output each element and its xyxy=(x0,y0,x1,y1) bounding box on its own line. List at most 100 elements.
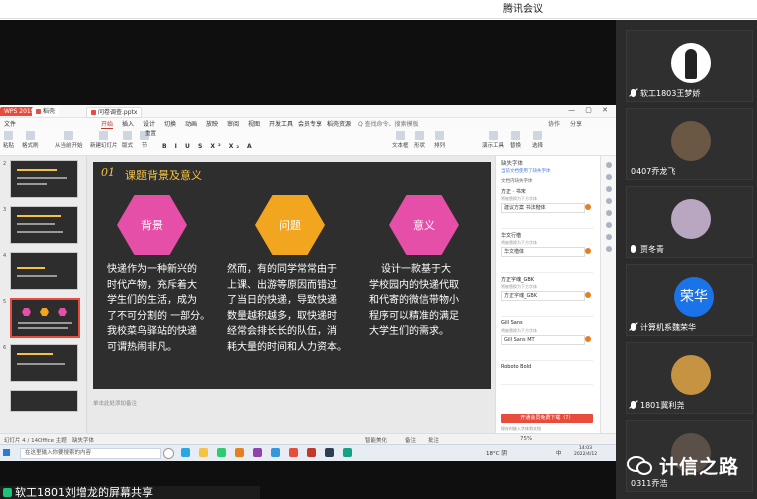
participant-tile[interactable]: 1801冀利尧 xyxy=(626,342,753,414)
participant-tile[interactable]: 0407乔龙飞 xyxy=(626,108,753,180)
backup-icon[interactable] xyxy=(606,222,612,228)
slide-thumbnail-selected[interactable]: 5 xyxy=(0,296,86,338)
new-slide-button[interactable]: 新建幻灯片 xyxy=(90,131,118,149)
font-replacement-select[interactable]: 华文楷体 xyxy=(501,247,585,257)
missing-font-indicator[interactable]: 缺失字体 xyxy=(72,436,94,444)
property-icon[interactable] xyxy=(606,162,612,168)
input-language[interactable]: 中 xyxy=(556,449,562,457)
menu-review[interactable]: 审阅 xyxy=(227,119,239,128)
download-fonts-button[interactable]: 开通会员免费下载（7） xyxy=(501,414,593,423)
app-icon[interactable] xyxy=(253,448,262,457)
taskbar-search[interactable]: 在这里输入你要搜索的内容 xyxy=(20,448,161,459)
participant-tile[interactable]: 荣华 计算机系魏荣华 xyxy=(626,264,753,336)
share-button[interactable]: 分享 xyxy=(570,119,582,128)
smart-beautify-button[interactable]: 智能美化 xyxy=(365,436,387,444)
side-toolbar xyxy=(600,156,617,433)
screen-share-label: 软工1801刘增龙的屏幕共享 xyxy=(15,486,153,499)
window-controls[interactable]: — ▢ ✕ xyxy=(568,106,612,114)
comments-toggle[interactable]: 批注 xyxy=(428,436,439,444)
hexagon-label: 意义 xyxy=(413,219,435,232)
participant-name: 0407乔龙飞 xyxy=(631,167,676,176)
layout-button[interactable]: 版式 xyxy=(122,131,133,149)
screen-share-icon xyxy=(3,488,12,497)
edge-icon[interactable] xyxy=(181,448,190,457)
star-icon[interactable] xyxy=(606,186,612,192)
menu-transition[interactable]: 切换 xyxy=(164,119,176,128)
play-from-current-button[interactable]: 从当前开始 xyxy=(55,131,83,149)
menu-home[interactable]: 开始 xyxy=(101,119,114,129)
tab-document[interactable]: 问卷调查.pptx xyxy=(86,107,143,118)
slide-thumbnail[interactable]: 3 xyxy=(0,204,86,244)
warning-icon xyxy=(585,292,591,298)
replace-button[interactable]: 替换 xyxy=(510,131,521,149)
app-icon[interactable] xyxy=(217,448,226,457)
font-replacement-select[interactable]: 方正字魂_GBK xyxy=(501,291,585,301)
reset-button[interactable]: 重置 xyxy=(145,129,156,137)
slide-thumbnail[interactable]: 4 xyxy=(0,250,86,290)
embed-fonts-checkbox[interactable]: 保存时嵌入字体到文档 xyxy=(501,426,541,432)
windows-taskbar: 在这里输入你要搜索的内容 18°C 阴 中 14:03 2022/4/12 xyxy=(0,444,616,461)
font-replacement-select[interactable]: Gill Sans MT xyxy=(501,335,585,345)
textbox-button[interactable]: 文本框 xyxy=(392,131,409,149)
shape-icon xyxy=(415,131,424,140)
tencent-meeting-icon[interactable] xyxy=(343,448,352,457)
menu-slideshow[interactable]: 放映 xyxy=(206,119,218,128)
text-icon[interactable] xyxy=(606,246,612,252)
menu-docer-resources[interactable]: 稻壳资源 xyxy=(327,119,351,128)
text-block-problem: 然而，有的同学常常由于 上课、出游等原因而错过 了当日的快递，导致快递 数量越积越多，… xyxy=(227,264,347,353)
arrange-button[interactable]: 排列 xyxy=(434,131,445,149)
app-icon[interactable] xyxy=(325,448,334,457)
mic-muted-icon xyxy=(631,89,636,97)
windows-start-icon[interactable] xyxy=(3,449,10,456)
meeting-app-title: 腾讯会议 xyxy=(503,4,543,15)
wps-taskbar-icon[interactable] xyxy=(289,448,298,457)
warning-icon xyxy=(585,248,591,254)
slide-counter: 幻灯片 4 / 14 xyxy=(4,438,39,444)
presentation-tools-button[interactable]: 演示工具 xyxy=(482,131,504,149)
paste-button[interactable]: 粘贴 xyxy=(3,131,14,149)
folder-icon[interactable] xyxy=(199,448,208,457)
menu-devtools[interactable]: 开发工具 xyxy=(269,119,293,128)
textbox-icon xyxy=(395,131,405,140)
current-slide[interactable]: 01 课题背景及意义 背景 问题 意义 快递作为一种新兴的 时代产物，充斥着大 学生… xyxy=(93,162,491,389)
participant-photo xyxy=(671,43,711,83)
font-replacement-select[interactable]: 建议方案 书法楷体 xyxy=(501,203,585,213)
menu-file[interactable]: 文件 xyxy=(4,119,16,128)
font-item: 方正 · 书宋 将被替换为下方字体 建议方案 书法楷体 xyxy=(501,188,593,229)
app-icon[interactable] xyxy=(271,448,280,457)
app-icon[interactable] xyxy=(307,448,316,457)
text-block-meaning: 设计一款基于大 学校园内的快递代取 和代寄的微信带物小 程序可以精准的满足 大学生们的需… xyxy=(369,264,459,337)
format-painter-button[interactable]: 格式刷 xyxy=(22,131,39,149)
screen-share-indicator[interactable]: 软工1801刘增龙的屏幕共享 xyxy=(0,486,260,499)
task-view-icon[interactable] xyxy=(163,448,174,459)
menu-member[interactable]: 会员专享 xyxy=(298,119,322,128)
select-button[interactable]: 选择 xyxy=(532,131,543,149)
command-search[interactable]: Q 查找命令、搜索模板 xyxy=(358,119,419,128)
format-painter-icon xyxy=(25,131,35,140)
wechat-icon xyxy=(627,453,652,475)
notes-placeholder[interactable]: 单击此处添加备注 xyxy=(93,399,491,409)
weather-indicator[interactable]: 18°C 阴 xyxy=(486,449,507,457)
participant-tile[interactable]: 软工1803王梦娇 xyxy=(626,30,753,102)
menu-view[interactable]: 视图 xyxy=(248,119,260,128)
slide-thumbnail[interactable]: 2 xyxy=(0,158,86,198)
collab-button[interactable]: 协作 xyxy=(548,119,560,128)
tab-docer[interactable]: 稻壳 xyxy=(32,107,60,116)
slide-thumbnail[interactable]: 6 xyxy=(0,342,86,382)
menu-design[interactable]: 设计 xyxy=(143,119,155,128)
chrome-icon[interactable] xyxy=(235,448,244,457)
menu-insert[interactable]: 插入 xyxy=(122,119,134,128)
font-format-tools[interactable]: B I U S X² X₂ A xyxy=(162,143,255,150)
shape-button[interactable]: 形状 xyxy=(414,131,425,149)
style-icon[interactable] xyxy=(606,174,612,180)
location-icon[interactable] xyxy=(606,234,612,240)
participant-tile[interactable]: 贾冬青 xyxy=(626,186,753,258)
warning-icon xyxy=(585,204,591,210)
taskbar-clock[interactable]: 14:03 2022/4/12 xyxy=(574,446,597,458)
select-icon[interactable] xyxy=(606,198,612,204)
notes-toggle[interactable]: 备注 xyxy=(405,436,416,444)
zoom-level[interactable]: 75% xyxy=(520,436,532,442)
shape-icon[interactable] xyxy=(606,210,612,216)
slide-thumbnail[interactable] xyxy=(0,388,86,428)
menu-animation[interactable]: 动画 xyxy=(185,119,197,128)
